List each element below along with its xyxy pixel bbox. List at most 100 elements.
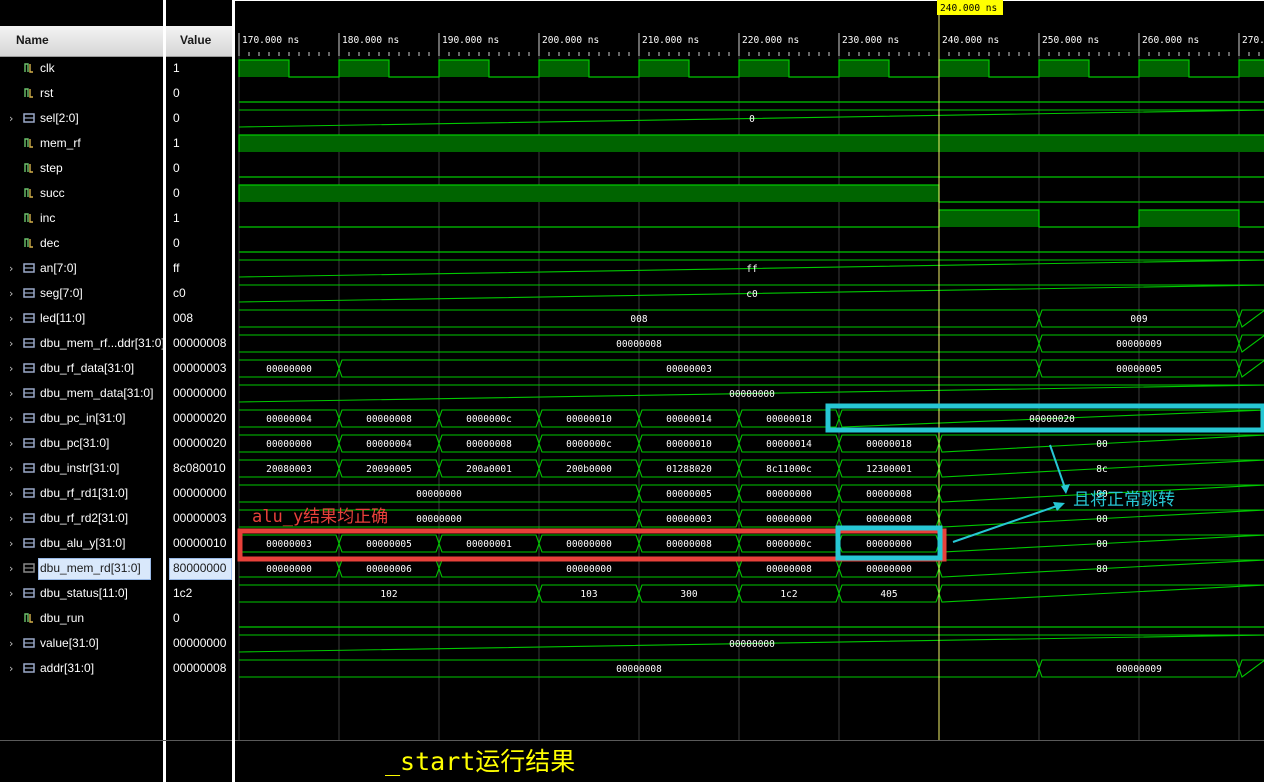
bus-value-label: 00000008 xyxy=(616,664,662,675)
waveform-viewer[interactable]: 170.000 ns 180.000 ns 190.000 ns 200.000 ns… xyxy=(235,0,1264,782)
trace-high-fill xyxy=(1139,60,1189,77)
expand-chevron-icon[interactable]: › xyxy=(9,287,13,300)
bus-value-label: 00000018 xyxy=(766,414,812,425)
bus-value-label: 00000000 xyxy=(266,564,312,575)
name-column-header[interactable]: Name xyxy=(0,26,163,57)
alu-correct-note: alu_y结果均正确 xyxy=(252,507,388,527)
signal-name: led[11:0] xyxy=(40,311,86,325)
bus-value-label: 00000008 xyxy=(866,514,912,525)
signal-row-addr[interactable]: › addr[31:0] 00000008 xyxy=(0,656,232,681)
ruler-tick-label: 200.000 ns xyxy=(542,35,599,46)
signal-row-dbu-run[interactable]: dbu_run 0 xyxy=(0,606,232,631)
expand-chevron-icon[interactable]: › xyxy=(9,587,13,600)
trace-high-fill xyxy=(939,210,1039,227)
expand-chevron-icon[interactable]: › xyxy=(9,487,13,500)
signal-row-clk[interactable]: clk 1 xyxy=(0,56,232,81)
bus-value-label: c0 xyxy=(746,289,758,300)
signal-row-mem-rf[interactable]: mem_rf 1 xyxy=(0,131,232,156)
bus-signal-icon xyxy=(23,663,35,673)
bus-value-label: 200b0000 xyxy=(566,464,612,475)
signal-row-seg[interactable]: › seg[7:0] c0 xyxy=(0,281,232,306)
bus-signal-icon xyxy=(23,538,35,548)
bus-value-label: 00000020 xyxy=(1029,414,1075,425)
signal-row-dbu-instr[interactable]: › dbu_instr[31:0] 8c080010 xyxy=(0,456,232,481)
bus-value-label: 20090005 xyxy=(366,464,412,475)
signal-row-dbu-mem-data[interactable]: › dbu_mem_data[31:0] 00000000 xyxy=(0,381,232,406)
bus-signal-icon xyxy=(23,438,35,448)
expand-chevron-icon[interactable]: › xyxy=(9,462,13,475)
expand-chevron-icon[interactable]: › xyxy=(9,262,13,275)
trace-mem-rf[interactable] xyxy=(238,134,1264,152)
bus-value-label: 00000001 xyxy=(466,539,512,550)
bus-value-label: 00000000 xyxy=(266,364,312,375)
panel-footer-divider xyxy=(0,740,232,741)
trace-high-fill xyxy=(1039,60,1089,77)
bus-value-label: 00000003 xyxy=(266,539,312,550)
signal-row-dbu-mem-rf-ddr[interactable]: › dbu_mem_rf...ddr[31:0] 00000008 xyxy=(0,331,232,356)
ruler-tick-label: 240.000 ns xyxy=(942,35,999,46)
signal-row-dbu-rf-rd1[interactable]: › dbu_rf_rd1[31:0] 00000000 xyxy=(0,481,232,506)
bus-signal-icon xyxy=(23,463,35,473)
bus-signal-icon xyxy=(23,113,35,123)
signal-row-dbu-alu-y[interactable]: › dbu_alu_y[31:0] 00000010 xyxy=(0,531,232,556)
expand-chevron-icon[interactable]: › xyxy=(9,512,13,525)
signal-row-dbu-rf-data[interactable]: › dbu_rf_data[31:0] 00000003 xyxy=(0,356,232,381)
signal-row-value[interactable]: › value[31:0] 00000000 xyxy=(0,631,232,656)
signal-row-dbu-pc-in[interactable]: › dbu_pc_in[31:0] 00000020 xyxy=(0,406,232,431)
signal-row-step[interactable]: step 0 xyxy=(0,156,232,181)
signal-name: an[7:0] xyxy=(40,261,77,275)
waveform-footer-divider xyxy=(235,740,1264,741)
trace-high-fill xyxy=(239,185,939,202)
bus-value-label: 008 xyxy=(630,314,647,325)
signal-row-dbu-mem-rd[interactable]: › dbu_mem_rd[31:0] 80000000 xyxy=(0,556,232,581)
expand-chevron-icon[interactable]: › xyxy=(9,412,13,425)
signal-row-dbu-rf-rd2[interactable]: › dbu_rf_rd2[31:0] 00000003 xyxy=(0,506,232,531)
expand-chevron-icon[interactable]: › xyxy=(9,662,13,675)
waveform-top-border xyxy=(235,0,1264,1)
trace-high-fill xyxy=(1139,210,1239,227)
trace-high-fill xyxy=(539,60,589,77)
signal-name: addr[31:0] xyxy=(40,661,95,675)
expand-chevron-icon[interactable]: › xyxy=(9,562,13,575)
bit-signal-icon xyxy=(24,88,33,98)
expand-chevron-icon[interactable]: › xyxy=(9,337,13,350)
expand-chevron-icon[interactable]: › xyxy=(9,637,13,650)
expand-chevron-icon[interactable]: › xyxy=(9,387,13,400)
expand-chevron-icon[interactable]: › xyxy=(9,312,13,325)
bus-value-label: 00000008 xyxy=(766,564,812,575)
signal-name: step xyxy=(40,161,63,175)
signal-row-led[interactable]: › led[11:0] 008 xyxy=(0,306,232,331)
bus-value-label: 00000000 xyxy=(266,439,312,450)
expand-chevron-icon[interactable]: › xyxy=(9,537,13,550)
trace-high-fill xyxy=(739,60,789,77)
signal-row-dbu-pc[interactable]: › dbu_pc[31:0] 00000020 xyxy=(0,431,232,456)
signal-name: inc xyxy=(40,211,56,225)
expand-chevron-icon[interactable]: › xyxy=(9,362,13,375)
bus-value-label: 20080003 xyxy=(266,464,312,475)
signal-value: 0 xyxy=(173,86,180,100)
expand-chevron-icon[interactable]: › xyxy=(9,437,13,450)
bus-value-label: 300 xyxy=(680,589,697,600)
signal-row-dbu-status[interactable]: › dbu_status[11:0] 1c2 xyxy=(0,581,232,606)
bus-value-label: 01288020 xyxy=(666,464,712,475)
bus-signal-icon xyxy=(23,363,35,373)
bus-value-label: 00 xyxy=(1096,439,1108,450)
signal-row-inc[interactable]: inc 1 xyxy=(0,206,232,231)
bit-signal-icon xyxy=(24,63,33,73)
bus-value-label: 00000000 xyxy=(729,639,775,650)
signal-row-an[interactable]: › an[7:0] ff xyxy=(0,256,232,281)
bus-value-label: 1c2 xyxy=(780,589,797,600)
value-column-header[interactable]: Value xyxy=(166,26,232,57)
signal-name: dbu_mem_rf...ddr[31:0] xyxy=(40,336,164,350)
bus-value-label: 0000000c xyxy=(466,414,512,425)
bus-value-label: 405 xyxy=(880,589,897,600)
signal-row-rst[interactable]: rst 0 xyxy=(0,81,232,106)
trace-high-fill xyxy=(239,60,289,77)
bus-value-label: 00000004 xyxy=(366,439,412,450)
signal-value: 0 xyxy=(173,161,180,175)
signal-row-sel[interactable]: › sel[2:0] 0 xyxy=(0,106,232,131)
bus-value-label: 00000003 xyxy=(666,364,712,375)
expand-chevron-icon[interactable]: › xyxy=(9,112,13,125)
signal-row-dec[interactable]: dec 0 xyxy=(0,231,232,256)
signal-row-succ[interactable]: succ 0 xyxy=(0,181,232,206)
